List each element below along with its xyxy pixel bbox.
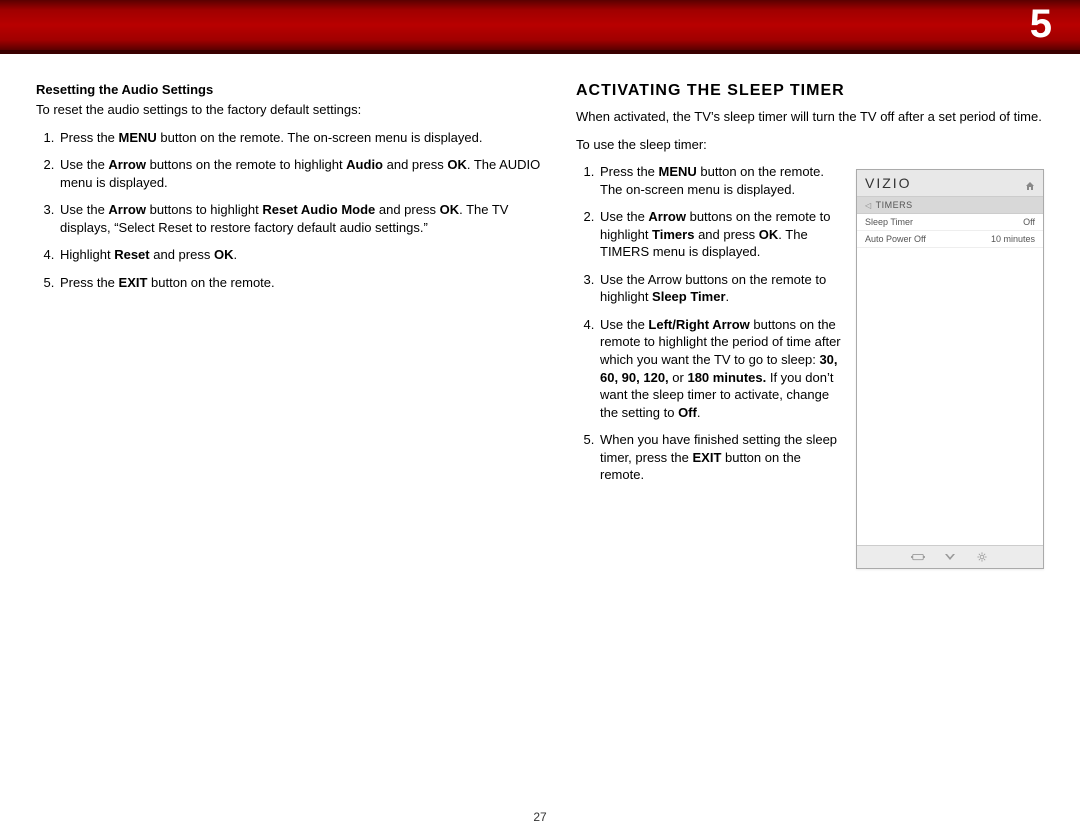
right-column: ACTIVATING THE SLEEP TIMER When activate…: [576, 82, 1044, 569]
left-step-5: Press the EXIT button on the remote.: [58, 274, 546, 292]
chapter-header: 5: [0, 0, 1080, 54]
back-arrow-icon: ◁: [865, 201, 872, 210]
left-step-4: Highlight Reset and press OK.: [58, 246, 546, 264]
menu-brand: VIZIO: [865, 175, 912, 191]
right-steps: Press the MENU button on the remote. The…: [576, 163, 844, 484]
menu-row: Sleep Timer Off: [857, 214, 1043, 231]
chapter-number: 5: [1030, 2, 1052, 47]
left-heading: Resetting the Audio Settings: [36, 82, 546, 97]
left-column: Resetting the Audio Settings To reset th…: [36, 82, 576, 569]
timers-menu-widget: VIZIO ◁ TIMERS Sleep Timer Off Auto Powe…: [856, 169, 1044, 569]
left-step-1: Press the MENU button on the remote. The…: [58, 129, 546, 147]
right-intro-2: To use the sleep timer:: [576, 136, 1044, 154]
right-intro-1: When activated, the TV’s sleep timer wil…: [576, 108, 1044, 126]
menu-header: VIZIO: [857, 170, 1043, 197]
left-intro: To reset the audio settings to the facto…: [36, 101, 546, 119]
menu-subheader: ◁ TIMERS: [857, 197, 1043, 214]
menu-row: Auto Power Off 10 minutes: [857, 231, 1043, 248]
right-step-4: Use the Left/Right Arrow buttons on the …: [598, 316, 844, 421]
menu-row-label: Sleep Timer: [865, 217, 913, 227]
right-step-2: Use the Arrow buttons on the remote to h…: [598, 208, 844, 261]
menu-row-label: Auto Power Off: [865, 234, 926, 244]
page-content: Resetting the Audio Settings To reset th…: [0, 54, 1080, 569]
menu-row-value: Off: [1023, 217, 1035, 227]
menu-row-value: 10 minutes: [991, 234, 1035, 244]
right-heading: ACTIVATING THE SLEEP TIMER: [576, 82, 1044, 100]
right-flex: Press the MENU button on the remote. The…: [576, 163, 1044, 569]
menu-body: [857, 248, 1043, 568]
home-icon: [1025, 178, 1035, 188]
wide-icon: [911, 552, 925, 562]
left-step-3: Use the Arrow buttons to highlight Reset…: [58, 201, 546, 236]
gear-icon: [975, 552, 989, 562]
left-step-2: Use the Arrow buttons on the remote to h…: [58, 156, 546, 191]
right-step-5: When you have finished setting the sleep…: [598, 431, 844, 484]
right-steps-container: Press the MENU button on the remote. The…: [576, 163, 844, 569]
chevron-down-icon: [943, 552, 957, 562]
right-step-3: Use the Arrow buttons on the remote to h…: [598, 271, 844, 306]
menu-section-title: TIMERS: [876, 200, 913, 210]
right-step-1: Press the MENU button on the remote. The…: [598, 163, 844, 198]
left-steps: Press the MENU button on the remote. The…: [36, 129, 546, 292]
menu-footer: [857, 545, 1043, 568]
page-number: 27: [0, 810, 1080, 824]
